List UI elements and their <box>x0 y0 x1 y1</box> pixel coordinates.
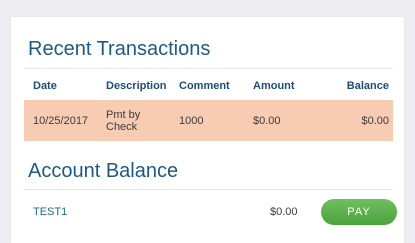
column-header-comment: Comment <box>179 80 230 92</box>
recent-transactions-title: Recent Transactions <box>28 38 211 60</box>
column-header-amount: Amount <box>253 80 295 92</box>
row-balance: $0.00 <box>361 114 389 127</box>
transactions-table-header: Date Description Comment Amount Balance <box>24 73 393 99</box>
row-description: Pmt by Check <box>106 108 141 133</box>
column-header-balance: Balance <box>346 80 389 92</box>
column-header-date: Date <box>33 80 57 92</box>
row-comment: 1000 <box>179 114 204 127</box>
transactions-card: Recent Transactions Date Description Com… <box>11 17 404 243</box>
account-row: TEST1 $0.00 PAY <box>24 197 397 227</box>
row-amount: $0.00 <box>253 114 281 127</box>
account-name: TEST1 <box>33 206 68 218</box>
column-header-description: Description <box>106 80 167 92</box>
pay-button[interactable]: PAY <box>321 199 397 225</box>
title-divider <box>24 68 393 69</box>
account-balance-title: Account Balance <box>28 160 179 182</box>
table-row[interactable]: 10/25/2017 Pmt by Check 1000 $0.00 $0.00 <box>24 100 393 141</box>
balance-divider <box>24 189 393 190</box>
account-amount: $0.00 <box>270 206 298 218</box>
row-date: 10/25/2017 <box>33 114 89 127</box>
